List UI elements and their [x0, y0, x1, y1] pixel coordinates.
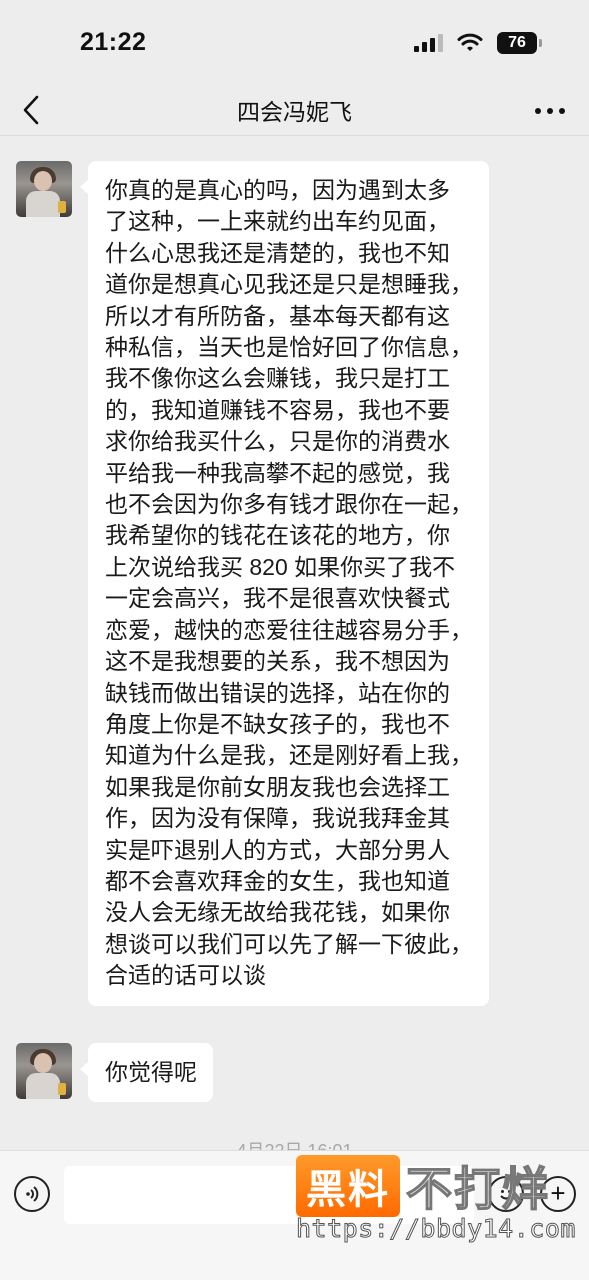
- message-line: 道你是想真心见我还是只是想睡我，: [105, 271, 473, 298]
- avatar[interactable]: [16, 161, 72, 217]
- message-line: 这不是我想要的关系，我不想因为: [105, 648, 450, 675]
- message-timestamp: 4月22日 16:01: [0, 1137, 589, 1150]
- status-time: 21:22: [80, 28, 147, 56]
- message-line: 也不会因为你多有钱才跟你在一起，: [105, 491, 473, 518]
- message-line: 作，因为没有保障，我说我拜金其: [105, 805, 450, 832]
- message-line: 一定会高兴，我不是很喜欢快餐式: [105, 585, 450, 612]
- message-line: 求你给我买什么，只是你的消费水: [105, 428, 450, 455]
- signal-icon: [414, 34, 443, 52]
- voice-icon[interactable]: [14, 1176, 50, 1212]
- message-line: 我不像你这么会赚钱，我只是打工: [105, 365, 450, 392]
- message-line: 如果我是你前女朋友我也会选择工: [105, 773, 450, 800]
- chat-title: 四会冯妮飞: [237, 99, 352, 125]
- message-line: 缺钱而做出错误的选择，站在你的: [105, 679, 450, 706]
- message-line: 你觉得呢: [105, 1059, 197, 1085]
- watermark-badge: 黑料: [296, 1155, 400, 1217]
- message-row: 你觉得呢: [16, 1043, 213, 1103]
- watermark: 黑料 不打烊: [296, 1153, 550, 1219]
- message-line: 知道为什么是我，还是刚好看上我，: [105, 742, 473, 769]
- message-line: 你真的是真心的吗，因为遇到太多: [105, 177, 450, 203]
- message-line: 都不会喜欢拜金的女生，我也知道: [105, 867, 450, 894]
- message-line: 了这种，一上来就约出车约见面，: [105, 208, 450, 235]
- watermark-text: 不打烊: [405, 1162, 550, 1216]
- avatar[interactable]: [16, 1043, 72, 1099]
- message-line: 没人会无缘无故给我花钱，如果你: [105, 899, 450, 926]
- message-line: 想谈可以我们可以先了解一下彼此，: [105, 930, 473, 957]
- message-line: 我希望你的钱花在该花的地方，你: [105, 522, 450, 549]
- status-bar: 21:22 76: [0, 0, 589, 86]
- message-line: 合适的话可以谈: [105, 962, 266, 989]
- message-bubble[interactable]: 你真的是真心的吗，因为遇到太多 了这种，一上来就约出车约见面， 什么心思我还是清…: [80, 161, 489, 1006]
- message-line: 平给我一种我高攀不起的感觉，我: [105, 459, 450, 486]
- message-line: 上次说给我买 820 如果你买了我不: [105, 553, 456, 580]
- message-line: 什么心思我还是清楚的，我也不知: [105, 239, 450, 266]
- message-bubble[interactable]: 你觉得呢: [80, 1043, 213, 1103]
- more-icon[interactable]: [535, 96, 565, 126]
- chat-area[interactable]: 你真的是真心的吗，因为遇到太多 了这种，一上来就约出车约见面， 什么心思我还是清…: [0, 137, 589, 1150]
- message-row: 你真的是真心的吗，因为遇到太多 了这种，一上来就约出车约见面， 什么心思我还是清…: [16, 161, 489, 1006]
- battery-level: 76: [508, 34, 526, 51]
- watermark-url: https://bbdy14.com: [296, 1214, 576, 1244]
- message-line: 的，我知道赚钱不容易，我也不要: [105, 396, 450, 423]
- battery-icon: 76: [497, 32, 542, 54]
- nav-bar: 四会冯妮飞: [0, 86, 589, 136]
- message-line: 种私信，当天也是恰好回了你信息，: [105, 334, 473, 361]
- message-line: 角度上你是不缺女孩子的，我也不: [105, 710, 450, 737]
- wifi-icon: [457, 33, 483, 51]
- status-icons: 76: [414, 32, 542, 54]
- message-line: 恋爱，越快的恋爱往往越容易分手，: [105, 616, 473, 643]
- message-line: 实是吓退别人的方式，大部分男人: [105, 836, 450, 863]
- message-line: 所以才有所防备，基本每天都有这: [105, 302, 450, 329]
